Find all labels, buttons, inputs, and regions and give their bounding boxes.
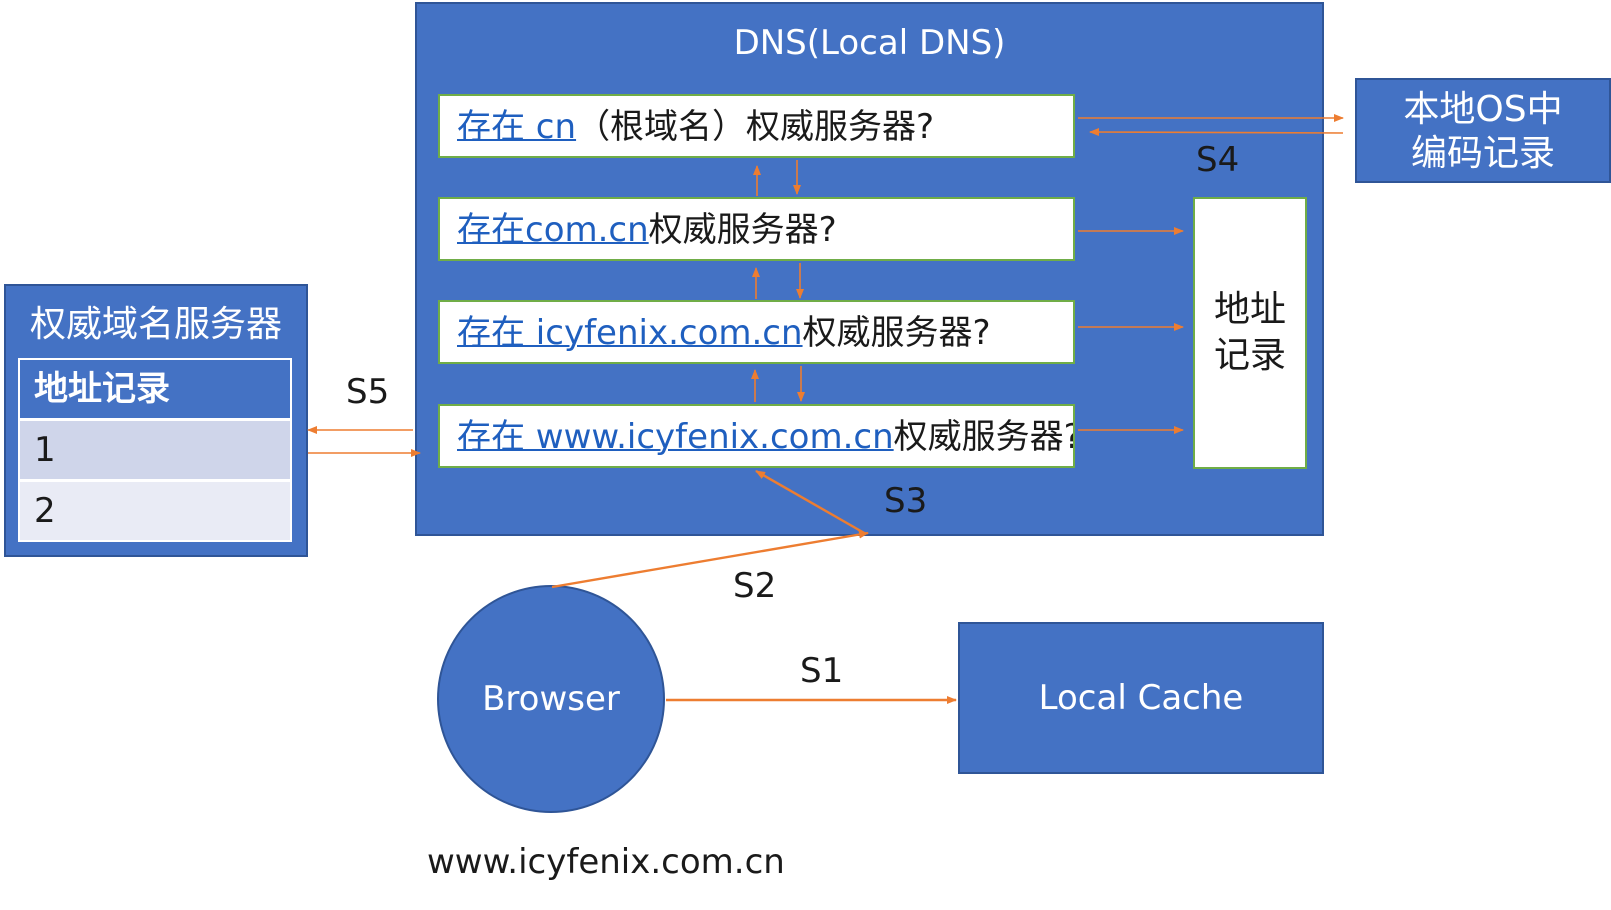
query-com-cn-text: 权威服务器? [648,210,837,250]
query-com-cn-link[interactable]: 存在com.cn [457,210,649,250]
step-label-s1: S1 [800,651,844,691]
os-record-box: 本地OS中 编码记录 [1355,78,1611,183]
domain-caption: www.icyfenix.com.cn [427,842,785,882]
query-cn-row: 存在 cn（根域名）权威服务器? [438,94,1075,158]
os-record-line1: 本地OS中 [1403,89,1563,130]
step-label-s3: S3 [884,481,928,521]
arrow-browser-to-dns [551,530,869,589]
step-label-s4: S4 [1196,140,1240,180]
dns-title: DNS(Local DNS) [733,23,1006,63]
browser-node: Browser [437,585,665,813]
step-label-s5: S5 [346,372,390,412]
address-record-line2: 记录 [1213,335,1286,376]
address-record-line1: 地址 [1213,289,1286,330]
address-record-box: 地址 记录 [1193,197,1307,469]
step-label-s2: S2 [733,566,777,606]
query-com-cn-row: 存在com.cn权威服务器? [438,197,1075,261]
authoritative-server-title: 权威域名服务器 [29,304,282,345]
query-icyfenix-link[interactable]: 存在 icyfenix.com.cn [457,313,803,353]
authoritative-table-row: 1 [20,421,290,479]
query-cn-link[interactable]: 存在 cn [457,107,576,147]
authoritative-table-header: 地址记录 [20,360,290,418]
authoritative-table-row: 2 [20,482,290,540]
os-record-line2: 编码记录 [1410,133,1555,174]
query-www-row: 存在 www.icyfenix.com.cn权威服务器? [438,404,1075,468]
query-www-link[interactable]: 存在 www.icyfenix.com.cn [457,417,894,457]
query-www-text: 权威服务器? [893,417,1075,457]
query-cn-text: （根域名）权威服务器? [576,107,935,147]
query-icyfenix-text: 权威服务器? [802,313,991,353]
local-cache-box: Local Cache [958,622,1324,774]
query-icyfenix-row: 存在 icyfenix.com.cn权威服务器? [438,300,1075,364]
